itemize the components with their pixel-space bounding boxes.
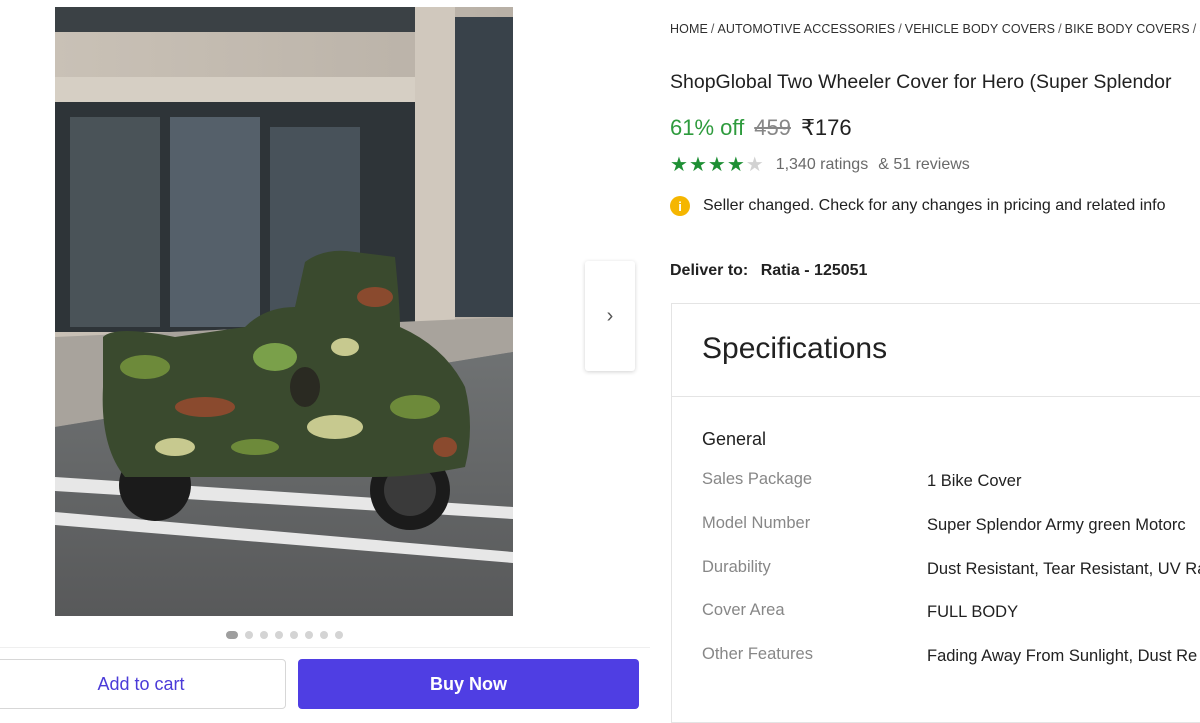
gallery-dot[interactable]: [245, 631, 253, 639]
product-photo: [55, 7, 513, 616]
delivery-label: Deliver to:: [670, 262, 749, 279]
spec-value: Dust Resistant, Tear Resistant, UV Ra: [927, 560, 1200, 578]
star-empty-icon: ★: [745, 154, 764, 176]
delivery-row[interactable]: Deliver to: Ratia - 125051: [670, 262, 867, 280]
spec-value: 1 Bike Cover: [927, 472, 1022, 490]
gallery-dots: [226, 631, 343, 639]
product-image[interactable]: [55, 7, 513, 616]
spec-divider: [672, 396, 1200, 397]
delivery-location[interactable]: Ratia - 125051: [761, 262, 868, 279]
specifications-panel: Specifications General Sales Package 1 B…: [671, 303, 1200, 723]
spec-value: Super Splendor Army green Motorc: [927, 516, 1186, 534]
chevron-right-icon: ›: [606, 304, 614, 327]
price-row: 61% off 459 ₹176: [670, 115, 852, 141]
breadcrumb-separator: /: [898, 22, 902, 36]
seller-notice-text: Seller changed. Check for any changes in…: [703, 197, 1166, 214]
breadcrumb-separator: /: [1058, 22, 1062, 36]
star-icon: ★: [726, 154, 745, 176]
gallery-dot[interactable]: [335, 631, 343, 639]
spec-key: Sales Package: [702, 470, 813, 488]
gallery-next-button[interactable]: ›: [585, 261, 635, 371]
add-to-cart-button[interactable]: Add to cart: [0, 659, 286, 709]
breadcrumb-separator: /: [710, 22, 715, 36]
spec-key: Model Number: [702, 514, 811, 532]
star-icon: ★: [688, 154, 707, 176]
product-title: ShopGlobal Two Wheeler Cover for Hero (S…: [670, 71, 1172, 93]
spec-value: FULL BODY: [927, 603, 1019, 621]
spec-key: Other Features: [702, 645, 813, 663]
original-price: 459: [754, 115, 791, 140]
breadcrumb-bike-body-covers[interactable]: BIKE BODY COVERS: [1065, 22, 1190, 36]
gallery-dot[interactable]: [290, 631, 298, 639]
discount-percent: 61% off: [670, 115, 745, 140]
selling-price: ₹176: [800, 115, 852, 140]
ratings-count[interactable]: 1,340 ratings: [776, 156, 869, 174]
specifications-heading: Specifications: [702, 332, 888, 365]
spec-value: Fading Away From Sunlight, Dust Re: [927, 647, 1198, 665]
spec-key: Durability: [702, 558, 771, 576]
rating-stars: ★ ★ ★ ★ ★: [670, 155, 764, 175]
breadcrumb-automotive-accessories[interactable]: AUTOMOTIVE ACCESSORIES: [717, 22, 895, 36]
breadcrumb-separator: /: [1192, 22, 1197, 36]
action-bar-divider: [0, 647, 650, 648]
breadcrumb-home[interactable]: HOME: [670, 22, 708, 36]
gallery-dot[interactable]: [226, 631, 238, 639]
gallery-dot[interactable]: [305, 631, 313, 639]
seller-notice: i Seller changed. Check for any changes …: [670, 196, 1166, 216]
spec-key: Cover Area: [702, 601, 785, 619]
rating-row: ★ ★ ★ ★ ★ 1,340 ratings & 51 reviews: [670, 155, 970, 175]
gallery-dot[interactable]: [260, 631, 268, 639]
buy-now-button[interactable]: Buy Now: [298, 659, 639, 709]
gallery-dot[interactable]: [320, 631, 328, 639]
breadcrumb-vehicle-body-covers[interactable]: VEHICLE BODY COVERS: [905, 22, 1055, 36]
gallery-dot[interactable]: [275, 631, 283, 639]
info-icon: i: [670, 196, 690, 216]
star-icon: ★: [670, 154, 688, 176]
star-icon: ★: [707, 154, 726, 176]
breadcrumb: HOME / AUTOMOTIVE ACCESSORIES / VEHICLE BODY…: [670, 22, 1200, 36]
spec-group-title: General: [702, 429, 767, 449]
reviews-count[interactable]: & 51 reviews: [878, 156, 970, 174]
